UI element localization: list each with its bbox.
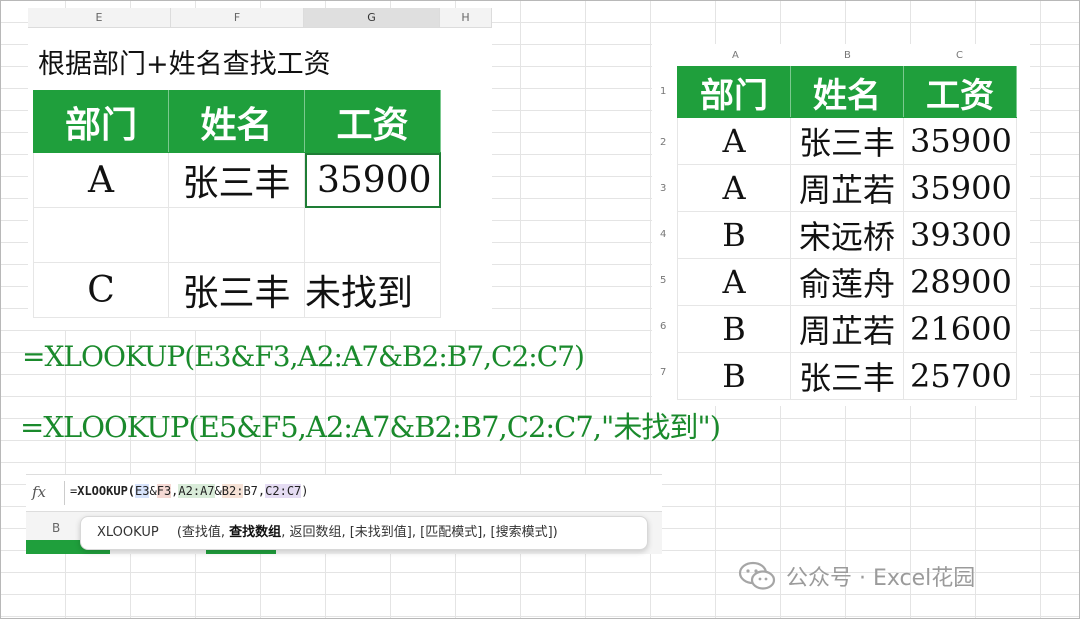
column-header-c[interactable]: C bbox=[956, 50, 963, 61]
cell-salary[interactable]: 35900 bbox=[903, 117, 1017, 165]
formula-amp: & bbox=[214, 484, 222, 498]
tooltip-current-arg: 查找数组 bbox=[229, 525, 282, 540]
formula-ref-f3: F3 bbox=[156, 484, 172, 498]
formula-ref-b-end: B7 bbox=[243, 484, 258, 498]
formula-text-2: =XLOOKUP(E5&F5,A2:A7&B2:B7,C2:C7,"未找到") bbox=[20, 410, 721, 444]
cell-salary[interactable]: 21600 bbox=[903, 305, 1017, 353]
column-header-b[interactable]: B bbox=[52, 521, 60, 535]
formula-ref-a-range: A2:A7 bbox=[178, 484, 215, 498]
formula-close: ) bbox=[301, 484, 309, 498]
cell-dept[interactable]: A bbox=[33, 152, 169, 208]
cell-dept[interactable]: C bbox=[33, 262, 169, 318]
cell-salary[interactable]: 39300 bbox=[903, 211, 1017, 259]
empty-cell[interactable] bbox=[33, 207, 169, 263]
header-dept[interactable]: 部门 bbox=[677, 66, 791, 118]
row-number[interactable]: 5 bbox=[660, 275, 666, 286]
formula-ref-e3: E3 bbox=[135, 484, 150, 498]
tooltip-args-open: (查找值, bbox=[176, 525, 230, 540]
row-number[interactable]: 2 bbox=[660, 137, 666, 148]
cell-dept[interactable]: B bbox=[677, 352, 791, 400]
cell-salary[interactable]: 25700 bbox=[903, 352, 1017, 400]
cell-dept[interactable]: A bbox=[677, 117, 791, 165]
right-sheet-panel: A B C 1 2 3 4 5 6 7 部门 姓名 工资 A 张三丰 35900… bbox=[652, 44, 1030, 406]
fx-icon[interactable]: fx bbox=[32, 483, 46, 501]
function-signature-tooltip: XLOOKUP (查找值, 查找数组, 返回数组, [未找到值], [匹配模式]… bbox=[80, 516, 648, 550]
formula-amp: & bbox=[149, 484, 157, 498]
header-name[interactable]: 姓名 bbox=[790, 66, 904, 118]
column-header-h[interactable]: H bbox=[440, 8, 492, 28]
row-number[interactable]: 1 bbox=[660, 86, 666, 97]
left-sheet-panel: E F G H 根据部门+姓名查找工资 部门 姓名 工资 A 张三丰 35900… bbox=[28, 8, 492, 330]
cell-name[interactable]: 俞莲舟 bbox=[790, 258, 904, 306]
cell-name[interactable]: 张三丰 bbox=[168, 152, 305, 208]
cell-name[interactable]: 张三丰 bbox=[168, 262, 305, 318]
tooltip-args-rest: , 返回数组, [未找到值], [匹配模式], [搜索模式]) bbox=[281, 525, 558, 540]
formula-ref-b-start: B2: bbox=[221, 484, 244, 498]
wechat-icon bbox=[738, 561, 776, 597]
cell-salary[interactable]: 未找到 bbox=[304, 262, 441, 318]
cell-name[interactable]: 张三丰 bbox=[790, 117, 904, 165]
column-header-a[interactable]: A bbox=[732, 50, 739, 61]
cell-dept[interactable]: B bbox=[677, 305, 791, 353]
cell-salary[interactable]: 35900 bbox=[903, 164, 1017, 212]
cell-name[interactable]: 张三丰 bbox=[790, 352, 904, 400]
empty-cell[interactable] bbox=[304, 207, 441, 263]
row-number[interactable]: 3 bbox=[660, 183, 666, 194]
header-name[interactable]: 姓名 bbox=[168, 90, 305, 153]
header-salary[interactable]: 工资 bbox=[304, 90, 441, 153]
row-number[interactable]: 7 bbox=[660, 367, 666, 378]
cell-name[interactable]: 周芷若 bbox=[790, 305, 904, 353]
cell-dept[interactable]: B bbox=[677, 211, 791, 259]
divider bbox=[64, 481, 65, 505]
column-header-e[interactable]: E bbox=[28, 8, 171, 28]
formula-bar: fx =XLOOKUP(E3&F3,A2:A7&B2:B7,C2:C7) bbox=[26, 474, 662, 512]
sheet-title: 根据部门+姓名查找工资 bbox=[38, 49, 331, 80]
row-number[interactable]: 4 bbox=[660, 229, 666, 240]
cell-dept[interactable]: A bbox=[677, 258, 791, 306]
watermark: 公众号 · Excel花园 bbox=[738, 560, 975, 597]
column-header-g[interactable]: G bbox=[304, 8, 440, 28]
cell-salary-active[interactable]: 35900 bbox=[304, 152, 441, 208]
watermark-text: 公众号 · Excel花园 bbox=[786, 566, 976, 591]
empty-cell[interactable] bbox=[168, 207, 305, 263]
cell-name[interactable]: 宋远桥 bbox=[790, 211, 904, 259]
formula-function: XLOOKUP( bbox=[77, 484, 136, 498]
formula-text-1: =XLOOKUP(E3&F3,A2:A7&B2:B7,C2:C7) bbox=[22, 340, 585, 373]
source-table: 部门 姓名 工资 A 张三丰 35900 A 周芷若 35900 B 宋远桥 3… bbox=[677, 66, 1017, 400]
formula-ref-c-range: C2:C7 bbox=[265, 484, 302, 498]
column-header-b[interactable]: B bbox=[844, 50, 851, 61]
cell-name[interactable]: 周芷若 bbox=[790, 164, 904, 212]
column-header-f[interactable]: F bbox=[171, 8, 304, 28]
tooltip-function: XLOOKUP bbox=[97, 525, 159, 540]
header-dept[interactable]: 部门 bbox=[33, 90, 169, 153]
row-number[interactable]: 6 bbox=[660, 321, 666, 332]
lookup-table: 部门 姓名 工资 A 张三丰 35900 C 张三丰 未找到 bbox=[33, 90, 441, 318]
header-salary[interactable]: 工资 bbox=[903, 66, 1017, 118]
cell-dept[interactable]: A bbox=[677, 164, 791, 212]
cell-salary[interactable]: 28900 bbox=[903, 258, 1017, 306]
formula-input[interactable]: =XLOOKUP(E3&F3,A2:A7&B2:B7,C2:C7) bbox=[70, 484, 309, 498]
